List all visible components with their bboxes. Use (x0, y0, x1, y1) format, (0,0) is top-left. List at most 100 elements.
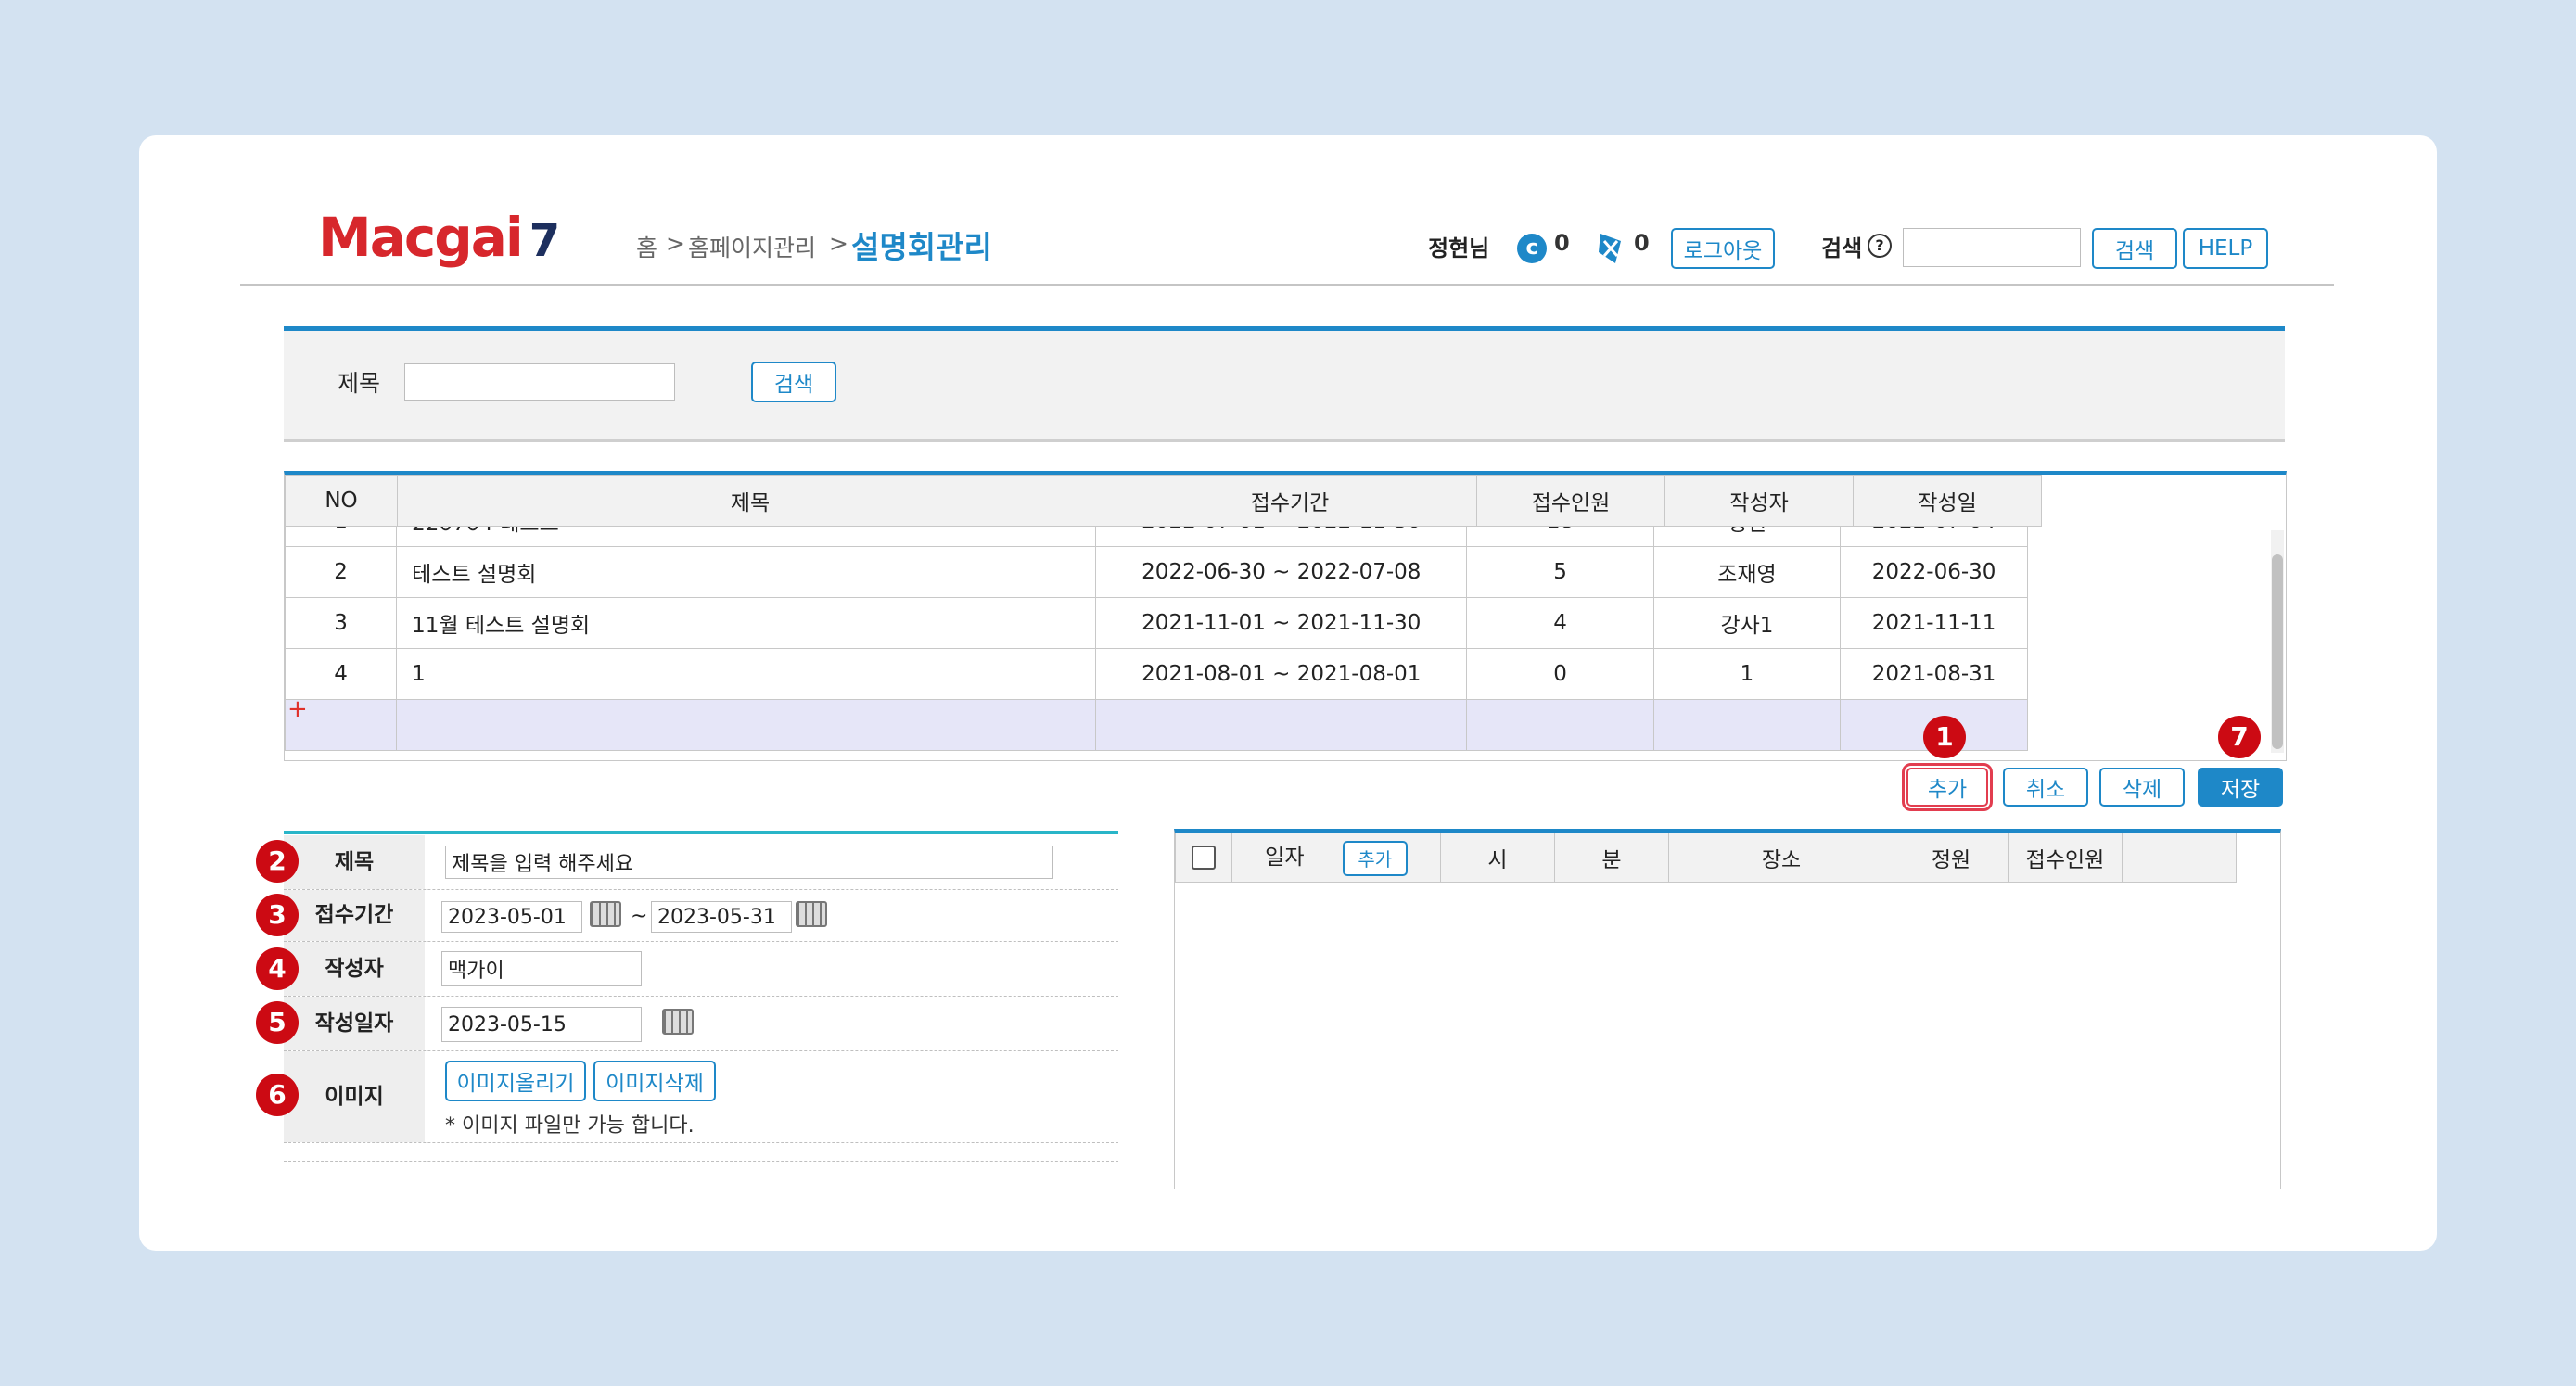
period-end-input[interactable] (651, 901, 792, 933)
callout-badge-6: 6 (256, 1074, 299, 1116)
form-date-label: 작성일자 (284, 997, 425, 1050)
header-search-button[interactable]: 검색 (2092, 228, 2177, 269)
calendar-icon[interactable] (796, 901, 827, 927)
column-header-title[interactable]: 제목 (397, 475, 1103, 527)
table-row[interactable]: 3 11월 테스트 설명회 2021-11-01 ~ 2021-11-30 4 … (285, 597, 2028, 649)
filter-title-input[interactable] (404, 363, 675, 401)
period-tilde: ~ (631, 905, 648, 928)
column-header-capacity: 정원 (1894, 833, 2009, 883)
image-note: * 이미지 파일만 가능 합니다. (445, 1114, 695, 1138)
form-title-input[interactable] (445, 846, 1053, 879)
form-author-label: 작성자 (284, 942, 425, 996)
cell-applicants: 18 (1466, 527, 1654, 547)
cell-period: 2022-07-01 ~ 2022-11-30 (1095, 527, 1468, 547)
callout-badge-2: 2 (256, 840, 299, 883)
column-header-applicants: 접수인원 (2008, 833, 2123, 883)
point-count: 0 (1554, 230, 1570, 256)
image-delete-button[interactable]: 이미지삭제 (593, 1061, 716, 1101)
column-header-hour: 시 (1440, 833, 1555, 883)
logout-button[interactable]: 로그아웃 (1671, 228, 1775, 269)
form-period-label: 접수기간 (284, 890, 425, 941)
cell-title: 11월 테스트 설명회 (396, 597, 1097, 649)
table-body: 1 220704 테스트 2022-07-01 ~ 2022-11-30 18 … (285, 527, 2028, 753)
column-header-no[interactable]: NO (285, 475, 398, 527)
date-header-label: 일자 (1265, 846, 1305, 871)
table-row[interactable]: 1 220704 테스트 2022-07-01 ~ 2022-11-30 18 … (285, 527, 2028, 547)
select-all-checkbox[interactable] (1192, 846, 1216, 871)
form-image-label: 이미지 (284, 1051, 425, 1142)
table-row[interactable]: 4 1 2021-08-01 ~ 2021-08-01 0 1 2021-08-… (285, 648, 2028, 700)
calendar-icon[interactable] (590, 901, 621, 927)
cell-created: 2022-07-04 (1840, 527, 2028, 547)
cancel-button[interactable]: 취소 (2003, 768, 2088, 807)
column-header-minute: 분 (1554, 833, 1669, 883)
save-button[interactable]: 저장 (2198, 768, 2283, 807)
cell-no: 3 (285, 597, 398, 649)
header-search-input[interactable] (1903, 228, 2081, 267)
column-header-empty (2122, 833, 2237, 883)
created-date-input[interactable] (441, 1007, 642, 1042)
callout-badge-3: 3 (256, 894, 299, 936)
new-row-plus-icon: + (285, 697, 398, 751)
cell-title: 1 (396, 648, 1097, 700)
period-start-input[interactable] (441, 901, 582, 933)
help-button[interactable]: HELP (2183, 228, 2268, 269)
cell-author: 정현 (1652, 527, 1842, 547)
cell-created: 2021-08-31 (1840, 648, 2028, 700)
column-header-place: 장소 (1668, 833, 1894, 883)
callout-badge-5: 5 (256, 1001, 299, 1044)
coupon-icon (1597, 232, 1625, 269)
calendar-icon[interactable] (662, 1009, 694, 1035)
image-upload-button[interactable]: 이미지올리기 (445, 1061, 586, 1101)
cell-title: 220704 테스트 (396, 527, 1097, 547)
cell-period: 2021-08-01 ~ 2021-08-01 (1095, 648, 1468, 700)
table-row[interactable]: 2 테스트 설명회 2022-06-30 ~ 2022-07-08 5 조재영 … (285, 546, 2028, 598)
coupon-count: 0 (1634, 230, 1650, 256)
cell-applicants: 5 (1466, 546, 1654, 598)
form-title-label: 제목 (284, 835, 425, 889)
cell-author: 조재영 (1652, 546, 1842, 598)
cell-applicants: 4 (1466, 597, 1654, 649)
breadcrumb-separator: > (829, 230, 848, 257)
breadcrumb-home[interactable]: 홈 (636, 230, 657, 263)
form-top-line (284, 831, 1118, 834)
page-title: 설명회관리 (851, 229, 992, 265)
cell-title: 테스트 설명회 (396, 546, 1097, 598)
cell-created: 2021-11-11 (1840, 597, 2028, 649)
point-icon: c (1517, 234, 1547, 263)
cell-no: 4 (285, 648, 398, 700)
header-search-label: 검색 (1821, 235, 1863, 261)
column-header-period[interactable]: 접수기간 (1103, 475, 1477, 527)
filter-search-button[interactable]: 검색 (751, 362, 836, 402)
cell-author: 강사1 (1652, 597, 1842, 649)
delete-button[interactable]: 삭제 (2099, 768, 2185, 807)
column-header-applicants[interactable]: 접수인원 (1476, 475, 1665, 527)
new-table-row[interactable]: + (285, 697, 2028, 751)
select-all-checkbox-cell[interactable] (1175, 833, 1232, 883)
cell-no: 1 (285, 527, 398, 547)
add-button[interactable]: 추가 (1902, 763, 1993, 811)
column-header-author[interactable]: 작성자 (1664, 475, 1854, 527)
author-input[interactable] (441, 951, 642, 986)
logo[interactable]: Macgai 7 (318, 206, 560, 269)
filter-title-label: 제목 (338, 370, 381, 397)
header-divider (240, 284, 2334, 286)
column-header-date: 일자 추가 (1231, 833, 1441, 883)
column-header-created[interactable]: 작성일 (1853, 475, 2042, 527)
help-question-icon[interactable]: ? (1868, 234, 1892, 258)
cell-period: 2021-11-01 ~ 2021-11-30 (1095, 597, 1468, 649)
form-divider (284, 1142, 1118, 1143)
table-scrollbar-thumb[interactable] (2272, 554, 2283, 749)
form-bottom-line (284, 1161, 1118, 1162)
schedule-add-button[interactable]: 추가 (1342, 840, 1408, 876)
breadcrumb-homepage-admin[interactable]: 홈페이지관리 (688, 230, 816, 263)
cell-period: 2022-06-30 ~ 2022-07-08 (1095, 546, 1468, 598)
cell-created: 2022-06-30 (1840, 546, 2028, 598)
breadcrumb-separator: > (666, 230, 685, 257)
schedule-panel: 일자 추가 시 분 장소 정원 접수인원 (1174, 829, 2281, 1189)
callout-badge-7: 7 (2218, 716, 2261, 758)
cell-no: 2 (285, 546, 398, 598)
table-header: NO 제목 접수기간 접수인원 작성자 작성일 (285, 475, 2042, 527)
callout-badge-4: 4 (256, 947, 299, 990)
briefing-table: NO 제목 접수기간 접수인원 작성자 작성일 1 220704 테스트 202… (284, 471, 2287, 761)
